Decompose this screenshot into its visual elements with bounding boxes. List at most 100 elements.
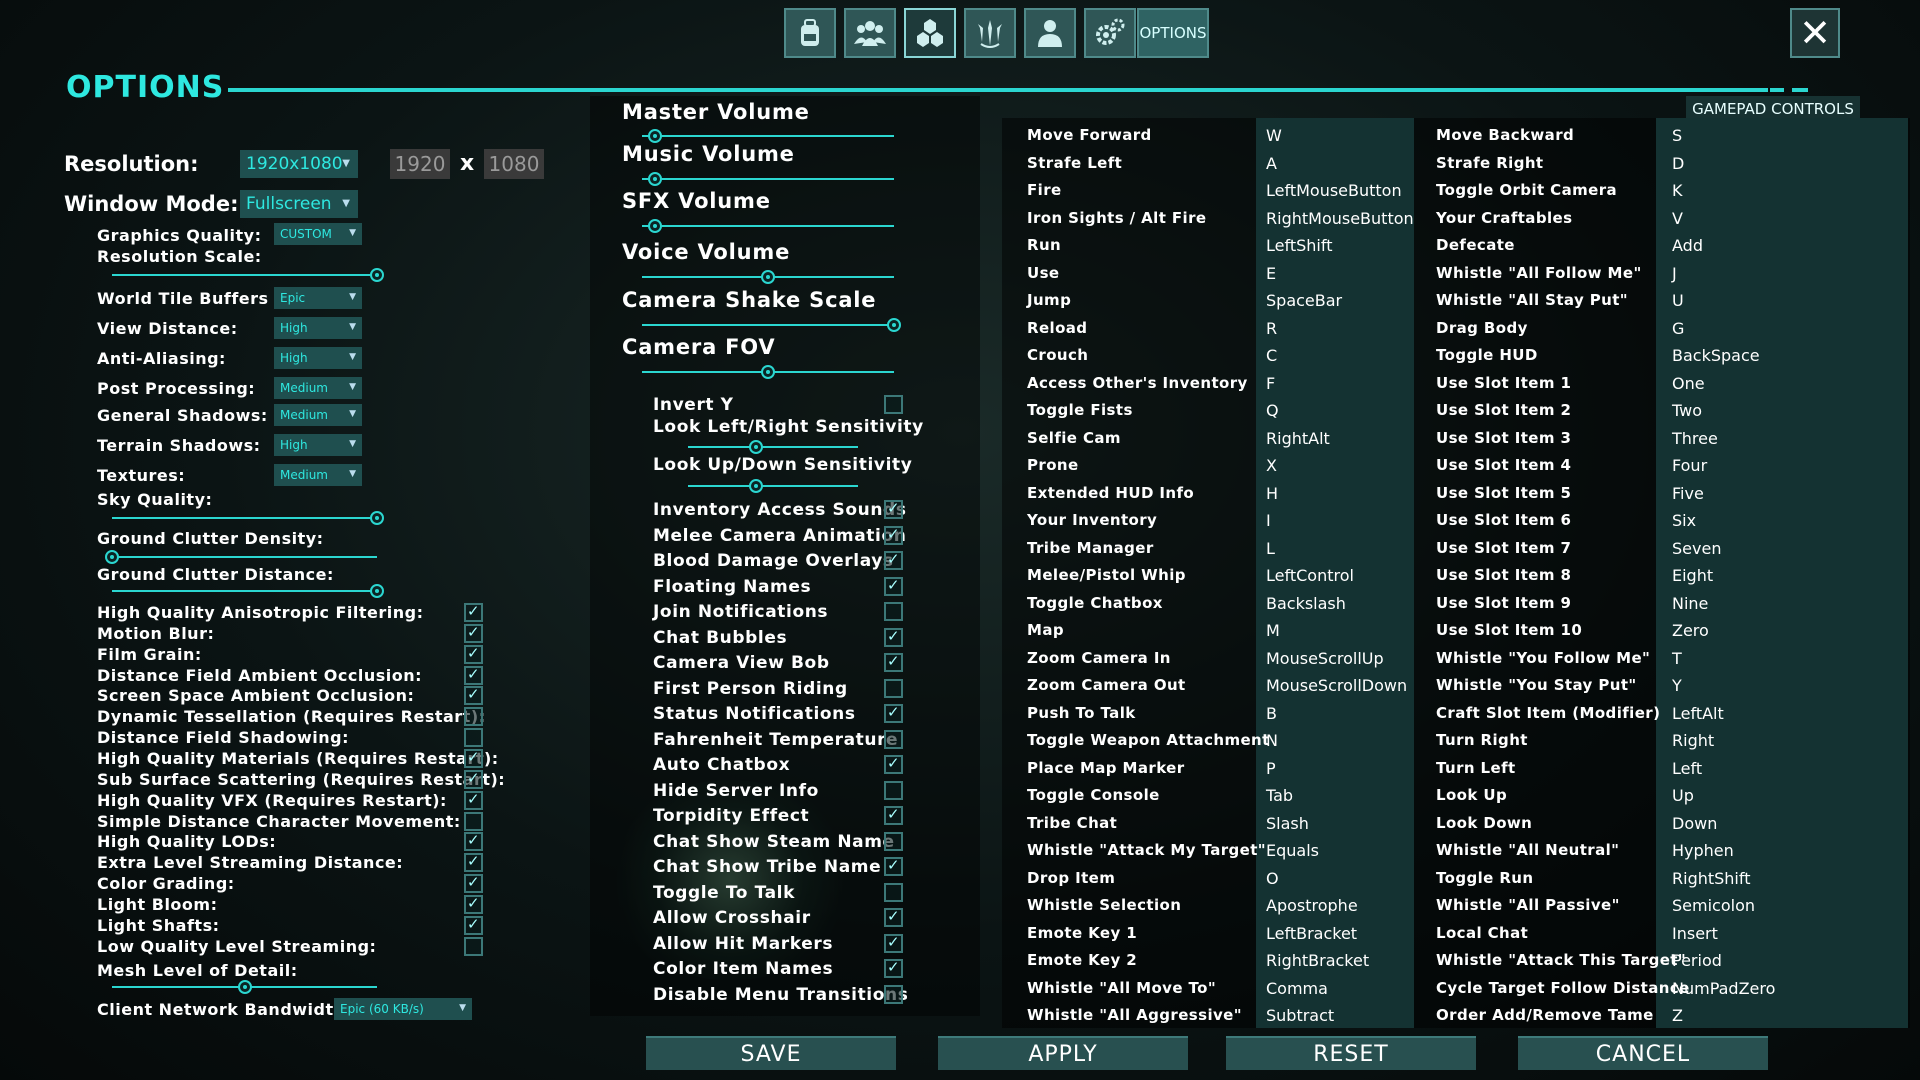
key-binding-button[interactable]: Four [1672, 456, 1707, 475]
window-mode-dropdown[interactable]: Fullscreen ▼ [240, 190, 358, 218]
gameplay-option-checkbox[interactable] [884, 729, 903, 749]
slider-knob[interactable] [647, 172, 662, 186]
key-binding-button[interactable]: Up [1672, 786, 1694, 805]
key-binding-button[interactable]: C [1266, 346, 1277, 365]
key-binding-button[interactable]: MouseScrollDown [1266, 676, 1407, 695]
key-binding-button[interactable]: Insert [1672, 924, 1718, 943]
options-tab[interactable]: OPTIONS [1137, 8, 1209, 58]
terrain-shadows-dropdown[interactable]: High ▼ [274, 434, 362, 456]
key-binding-button[interactable]: N [1266, 731, 1278, 750]
master-volume-slider[interactable] [642, 129, 894, 143]
close-button[interactable]: ✕ [1790, 8, 1840, 58]
resolution-scale-slider[interactable] [112, 268, 384, 282]
inventory-tab[interactable] [784, 8, 836, 58]
key-binding-button[interactable]: O [1266, 869, 1279, 888]
gameplay-option-checkbox[interactable] [884, 984, 903, 1004]
gameplay-option-checkbox[interactable] [884, 882, 903, 902]
gameplay-option-checkbox[interactable] [884, 754, 903, 774]
apply-button[interactable]: APPLY [938, 1036, 1188, 1070]
key-binding-button[interactable]: RightShift [1672, 869, 1751, 888]
key-binding-button[interactable]: Tab [1266, 786, 1293, 805]
key-binding-button[interactable]: Z [1672, 1006, 1683, 1025]
graphics-option-checkbox[interactable] [464, 665, 483, 685]
key-binding-button[interactable]: X [1266, 456, 1277, 475]
gameplay-option-checkbox[interactable] [884, 805, 903, 825]
key-binding-button[interactable]: Period [1672, 951, 1722, 970]
graphics-option-checkbox[interactable] [464, 852, 483, 873]
voice-volume-slider[interactable] [642, 270, 894, 284]
gameplay-option-checkbox[interactable] [884, 576, 903, 596]
key-binding-button[interactable]: Two [1672, 401, 1702, 420]
key-binding-button[interactable]: LeftAlt [1672, 704, 1724, 723]
key-binding-button[interactable]: NumPadZero [1672, 979, 1775, 998]
key-binding-button[interactable]: D [1672, 154, 1684, 173]
key-binding-button[interactable]: BackSpace [1672, 346, 1760, 365]
tame-tab[interactable] [964, 8, 1016, 58]
key-binding-button[interactable]: F [1266, 374, 1275, 393]
graphics-option-checkbox[interactable] [464, 894, 483, 914]
slider-knob[interactable] [761, 365, 775, 379]
key-binding-button[interactable]: RightAlt [1266, 429, 1330, 448]
key-binding-button[interactable]: Down [1672, 814, 1717, 833]
gameplay-option-checkbox[interactable] [884, 933, 903, 953]
key-binding-button[interactable]: Slash [1266, 814, 1309, 833]
camera-shake-slider[interactable] [642, 318, 901, 332]
slider-knob[interactable] [370, 268, 384, 282]
clutter-density-slider[interactable] [105, 550, 377, 564]
graphics-option-checkbox[interactable] [464, 602, 483, 622]
key-binding-button[interactable]: V [1672, 209, 1683, 228]
graphics-option-checkbox[interactable] [464, 831, 483, 852]
graphics-option-checkbox[interactable] [464, 811, 483, 831]
key-binding-button[interactable]: W [1266, 126, 1282, 145]
anti-aliasing-dropdown[interactable]: High ▼ [274, 347, 362, 369]
gameplay-option-checkbox[interactable] [884, 499, 903, 519]
graphics-option-checkbox[interactable] [464, 644, 483, 664]
reset-button[interactable]: RESET [1226, 1036, 1476, 1070]
key-binding-button[interactable]: Equals [1266, 841, 1319, 860]
key-binding-button[interactable]: J [1672, 264, 1677, 283]
tribe-tab[interactable] [844, 8, 896, 58]
key-binding-button[interactable]: Zero [1672, 621, 1709, 640]
key-binding-button[interactable]: Comma [1266, 979, 1328, 998]
key-binding-button[interactable]: Q [1266, 401, 1279, 420]
key-binding-button[interactable]: Seven [1672, 539, 1721, 558]
camera-fov-slider[interactable] [642, 365, 894, 379]
slider-knob[interactable] [647, 129, 662, 143]
key-binding-button[interactable]: Y [1672, 676, 1682, 695]
graphics-option-checkbox[interactable] [464, 915, 483, 935]
slider-knob[interactable] [105, 550, 119, 564]
graphics-option-checkbox[interactable] [464, 623, 483, 643]
key-binding-button[interactable]: Apostrophe [1266, 896, 1358, 915]
resolution-height-input[interactable]: 1080 [484, 149, 544, 179]
graphics-option-checkbox[interactable] [464, 707, 483, 727]
slider-knob[interactable] [647, 219, 662, 233]
key-binding-button[interactable]: H [1266, 484, 1278, 503]
gameplay-option-checkbox[interactable] [884, 678, 903, 698]
key-binding-button[interactable]: MouseScrollUp [1266, 649, 1384, 668]
key-binding-button[interactable]: K [1672, 181, 1683, 200]
gameplay-option-checkbox[interactable] [884, 602, 903, 621]
slider-knob[interactable] [749, 440, 763, 454]
post-processing-dropdown[interactable]: Medium ▼ [274, 377, 362, 399]
key-binding-button[interactable]: R [1266, 319, 1277, 338]
key-binding-button[interactable]: M [1266, 621, 1280, 640]
slider-knob[interactable] [887, 318, 901, 332]
invert-y-checkbox[interactable] [884, 395, 903, 414]
key-binding-button[interactable]: Six [1672, 511, 1696, 530]
look-lr-slider[interactable] [688, 440, 858, 454]
graphics-option-checkbox[interactable] [464, 936, 483, 956]
key-binding-button[interactable]: Eight [1672, 566, 1713, 585]
character-tab[interactable] [1024, 8, 1076, 58]
key-binding-button[interactable]: A [1266, 154, 1277, 173]
key-binding-button[interactable]: Add [1672, 236, 1703, 255]
engrams-tab[interactable] [904, 8, 956, 58]
graphics-option-checkbox[interactable] [464, 873, 483, 894]
graphics-option-checkbox[interactable] [464, 790, 483, 810]
gameplay-option-checkbox[interactable] [884, 703, 903, 723]
key-binding-button[interactable]: Nine [1672, 594, 1708, 613]
cancel-button[interactable]: CANCEL [1518, 1036, 1768, 1070]
world-tile-dropdown[interactable]: Epic ▼ [274, 287, 362, 309]
key-binding-button[interactable]: Left [1672, 759, 1702, 778]
gameplay-option-checkbox[interactable] [884, 958, 903, 978]
clutter-distance-slider[interactable] [112, 584, 384, 598]
